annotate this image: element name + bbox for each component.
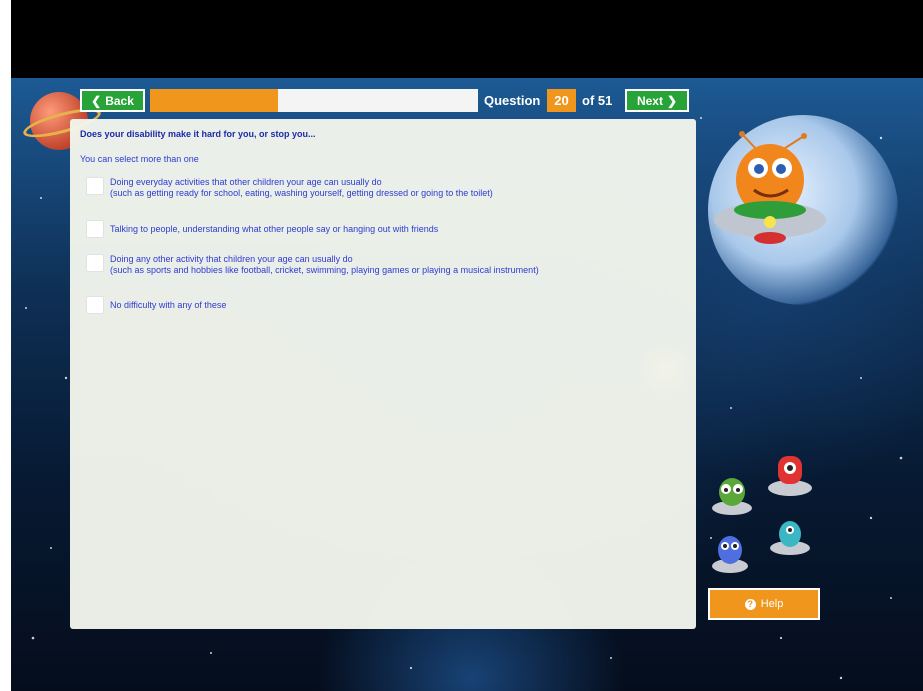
option-checkbox[interactable] xyxy=(86,220,104,238)
progress-fill xyxy=(150,89,278,112)
option-line1: Talking to people, understanding what ot… xyxy=(110,224,439,234)
question-circle-icon: ? xyxy=(744,598,756,610)
option-line1: Doing everyday activities that other chi… xyxy=(110,177,382,187)
option-line2: (such as sports and hobbies like footbal… xyxy=(110,265,539,275)
left-border xyxy=(0,0,11,691)
next-button-label: Next xyxy=(636,93,663,108)
alien-spaceship-illustration xyxy=(714,131,826,244)
option-label: Doing any other activity that children y… xyxy=(110,254,539,276)
option-line1: Doing any other activity that children y… xyxy=(110,254,353,264)
question-number: 20 xyxy=(547,89,576,112)
chevron-left-icon: ❮ xyxy=(91,93,102,108)
question-title: Does your disability make it hard for yo… xyxy=(80,129,316,139)
option-no-difficulty[interactable]: No difficulty with any of these xyxy=(86,296,226,314)
option-line1: No difficulty with any of these xyxy=(110,300,227,310)
option-line2: (such as getting ready for school, eatin… xyxy=(110,188,493,198)
option-talking-to-people[interactable]: Talking to people, understanding what ot… xyxy=(86,220,438,238)
question-total: of 51 xyxy=(582,93,613,108)
option-label: Doing everyday activities that other chi… xyxy=(110,177,493,199)
next-button[interactable]: Next ❯ xyxy=(625,89,689,112)
question-label: Question xyxy=(484,93,541,108)
help-button[interactable]: ? Help xyxy=(708,588,820,620)
chevron-right-icon: ❯ xyxy=(666,93,678,108)
option-checkbox[interactable] xyxy=(86,177,104,195)
help-button-label: Help xyxy=(760,598,784,610)
option-checkbox[interactable] xyxy=(86,296,104,314)
progress-bar xyxy=(150,89,478,112)
option-label: Talking to people, understanding what ot… xyxy=(110,220,438,235)
back-button-label: Back xyxy=(105,93,134,108)
option-label: No difficulty with any of these xyxy=(110,296,226,311)
question-panel: Does your disability make it hard for yo… xyxy=(70,119,696,629)
aliens-group-illustration xyxy=(712,456,812,573)
back-button[interactable]: ❮ Back xyxy=(80,89,145,112)
option-checkbox[interactable] xyxy=(86,254,104,272)
option-everyday-activities[interactable]: Doing everyday activities that other chi… xyxy=(86,177,493,199)
option-other-activity[interactable]: Doing any other activity that children y… xyxy=(86,254,539,276)
question-hint: You can select more than one xyxy=(80,154,199,164)
